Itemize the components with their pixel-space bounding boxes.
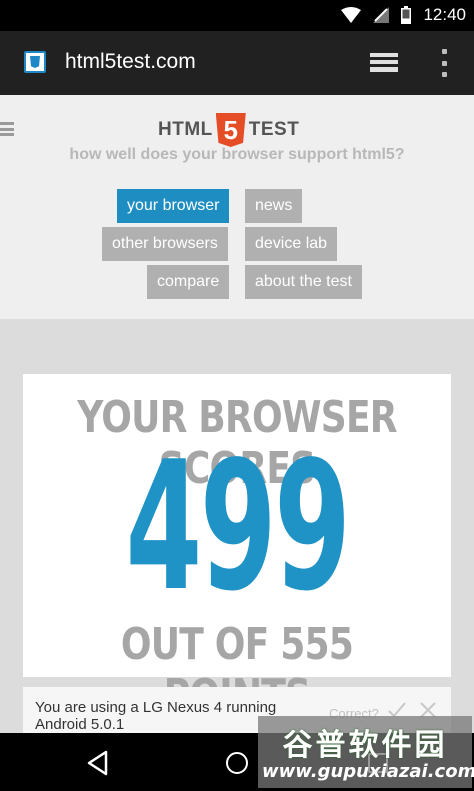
logo-html: HTML <box>158 119 213 140</box>
watermark-url: www.gupuxiazai.com <box>262 761 474 782</box>
page-header: HTML 5 TEST how well does your browser s… <box>0 95 474 319</box>
html5-shield-icon: 5 <box>215 113 246 147</box>
logo-test: TEST <box>248 119 300 140</box>
status-bar: 12:40 <box>0 0 474 31</box>
hamburger-menu-icon[interactable] <box>0 122 14 136</box>
nav-news[interactable]: news <box>245 189 303 223</box>
nav-your-browser[interactable]: your browser <box>117 189 230 223</box>
score-card: YOUR BROWSER SCORES 499 OUT OF 555 POINT… <box>23 374 451 721</box>
battery-icon <box>401 6 412 24</box>
overflow-menu-icon[interactable] <box>440 49 448 77</box>
back-icon[interactable] <box>86 750 110 776</box>
home-icon[interactable] <box>226 752 248 774</box>
nav-device-lab[interactable]: device lab <box>245 227 338 261</box>
signal-icon <box>373 7 390 23</box>
status-icons: 12:40 <box>341 5 466 25</box>
watermark-chinese-text: 谷普软件园 <box>282 728 448 763</box>
nav-compare[interactable]: compare <box>147 265 230 299</box>
watermark: 谷普软件园 www.gupuxiazai.com <box>258 716 474 788</box>
html5test-logo[interactable]: HTML 5 TEST <box>158 113 299 147</box>
nav-other-browsers[interactable]: other browsers <box>102 227 228 261</box>
nav-about-the-test[interactable]: about the test <box>245 265 362 299</box>
url-bar[interactable]: html5test.com <box>65 50 196 74</box>
clock: 12:40 <box>423 5 466 24</box>
site-favicon-icon <box>24 51 46 73</box>
browser-toolbar: html5test.com <box>0 31 474 95</box>
tagline: how well does your browser support html5… <box>69 146 405 163</box>
tab-switcher-icon[interactable] <box>368 51 400 75</box>
wifi-icon <box>341 7 362 23</box>
score-value: 499 <box>125 423 351 630</box>
